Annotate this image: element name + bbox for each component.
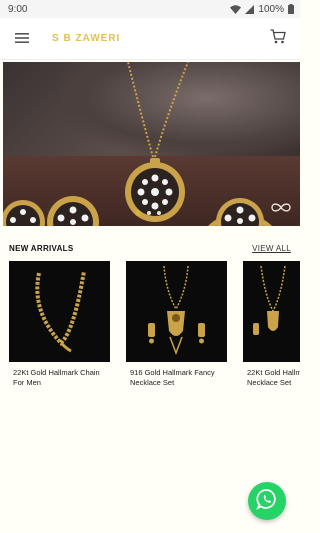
banner-carousel[interactable] xyxy=(3,62,300,226)
status-icons: 100% xyxy=(230,4,294,15)
whatsapp-icon xyxy=(256,488,278,515)
product-card[interactable]: 22Kt Gold Hallmark Fancy Necklace Set xyxy=(243,261,300,401)
battery-percent: 100% xyxy=(258,3,284,15)
product-name: 22Kt Gold Hallmark Fancy Necklace Set xyxy=(247,368,300,387)
whatsapp-button[interactable] xyxy=(248,482,286,520)
cart-icon xyxy=(270,28,286,49)
product-card[interactable]: 22Kt Gold Hallmark Chain For Men xyxy=(9,261,110,401)
product-name: 22Kt Gold Hallmark Chain For Men xyxy=(13,368,100,387)
cart-button[interactable] xyxy=(266,27,290,51)
infinity-logo-icon xyxy=(270,200,292,218)
product-card[interactable]: 916 Gold Hallmark Fancy Necklace Set xyxy=(126,261,227,401)
product-image xyxy=(9,261,110,362)
view-all-link[interactable]: VIEW ALL xyxy=(252,244,291,253)
section-title: NEW ARRIVALS xyxy=(9,244,74,253)
carousel-indicator xyxy=(135,210,161,216)
menu-button[interactable] xyxy=(10,27,34,51)
app-bar: S B ZAWERI xyxy=(0,18,300,60)
battery-icon xyxy=(288,4,294,14)
banner-jewelry-image xyxy=(3,62,272,226)
product-image xyxy=(243,261,300,362)
menu-icon xyxy=(15,30,29,48)
product-carousel[interactable]: 22Kt Gold Hallmark Chain For Men 916 Gol… xyxy=(9,261,300,401)
new-arrivals-header: NEW ARRIVALS VIEW ALL xyxy=(9,244,300,253)
product-image xyxy=(126,261,227,362)
wifi-icon xyxy=(230,4,242,14)
status-time: 9:00 xyxy=(8,3,28,15)
app-title: S B ZAWERI xyxy=(52,33,121,44)
product-name: 916 Gold Hallmark Fancy Necklace Set xyxy=(130,368,215,387)
carousel-dot[interactable] xyxy=(157,211,161,215)
status-bar: 9:00 100% xyxy=(0,0,300,18)
carousel-dot[interactable] xyxy=(147,211,151,215)
carousel-dot[interactable] xyxy=(135,210,141,216)
signal-icon xyxy=(245,4,255,14)
